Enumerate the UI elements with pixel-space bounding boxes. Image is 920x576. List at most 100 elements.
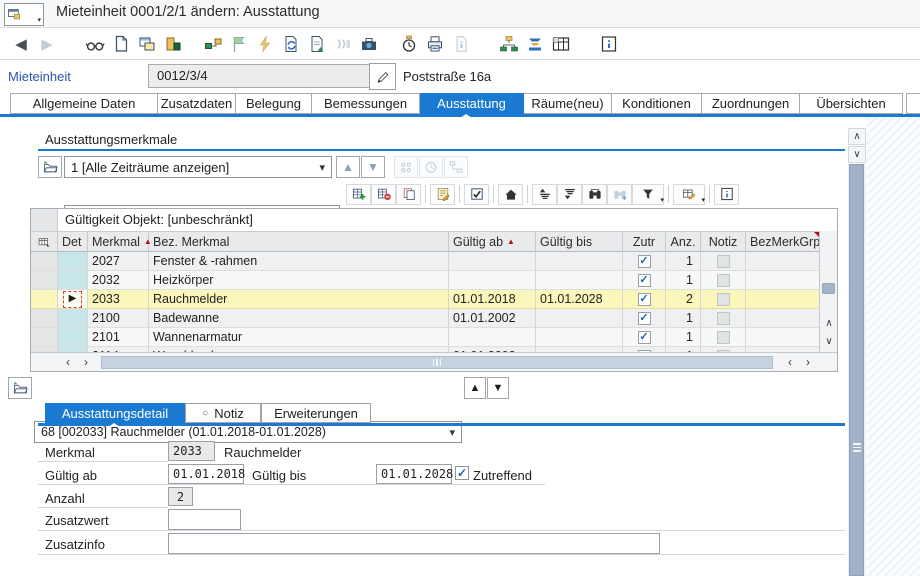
merkmal-cell[interactable]: 2100 [88,309,149,328]
detail-cell[interactable] [58,328,88,347]
zutr-checkbox[interactable]: ✓ [638,274,651,287]
doc-info-button[interactable] [448,32,474,56]
bezmerkgrp-cell[interactable] [746,309,819,328]
zutr-checkbox[interactable]: ✓ [638,293,651,306]
timeframe-combo[interactable]: 1 [Alle Zeiträume anzeigen] ▾ [64,156,332,178]
detail-cell[interactable] [58,271,88,290]
detail-cell[interactable]: ▶ [58,290,88,309]
notiz-checkbox[interactable] [717,293,730,306]
zusatzinfo-field[interactable] [168,533,660,554]
edit-button[interactable] [369,63,396,90]
bezmerkgrp-cell[interactable] [746,290,819,309]
refresh-button[interactable] [278,32,304,56]
tab-zusatzdaten[interactable]: Zusatzdaten [158,93,236,114]
help-button[interactable] [596,32,622,56]
blocks-button[interactable] [160,32,186,56]
zusatzwert-field[interactable] [168,509,241,530]
col-header-zutr[interactable]: Zutr [623,232,666,252]
detail-cell[interactable] [58,252,88,271]
gueltig-bis-field[interactable]: 01.01.2028 [376,464,452,484]
zutr-checkbox[interactable]: ✓ [638,255,651,268]
zutr-checkbox[interactable]: ✓ [638,312,651,325]
notiz-checkbox[interactable] [717,274,730,287]
time-dependency-button[interactable] [419,156,443,178]
anzahl-field[interactable]: 2 [168,487,193,506]
notiz-checkbox[interactable] [717,255,730,268]
detail-cell[interactable] [58,309,88,328]
anzahl-cell[interactable]: 1 [666,252,701,271]
row-selector[interactable] [31,252,58,271]
window-menu-button[interactable]: ▾ [4,3,44,26]
display-button[interactable] [82,32,108,56]
layers-button[interactable] [522,32,548,56]
col-header-det[interactable]: Det [58,232,88,252]
anzahl-cell[interactable]: 1 [666,271,701,290]
tab-ausstattung[interactable]: Ausstattung [420,93,524,114]
anzahl-cell[interactable]: 1 [666,309,701,328]
filter-button[interactable]: ▾ [632,184,664,205]
bezeichnung-cell[interactable]: Rauchmelder [149,290,449,309]
tab-bemessungen[interactable]: Bemessungen [312,93,420,114]
insert-row-button[interactable] [346,184,371,205]
scroll-up-button[interactable]: ∧ [820,317,838,331]
tab-allgemeine-daten[interactable]: Allgemeine Daten [10,93,158,114]
scroll-left-button[interactable]: ‹ [781,355,799,369]
bezmerkgrp-cell[interactable] [746,271,819,290]
scroll-down-button[interactable]: ∨ [820,335,838,349]
grid-vertical-scrollbar[interactable]: ∧ ∨ [819,231,837,353]
validity-row-selector[interactable] [31,209,58,231]
page-scroll-thumb[interactable] [849,164,864,576]
gueltig-ab-cell[interactable]: 01.01.2018 [449,290,536,309]
gueltig-ab-cell[interactable] [449,271,536,290]
table-row-selected[interactable]: ▶ 2033 Rauchmelder 01.01.2018 01.01.2028… [31,290,837,309]
print-button[interactable] [422,32,448,56]
gueltig-bis-cell[interactable] [536,271,623,290]
sort-descending-button[interactable] [557,184,582,205]
services-button[interactable] [356,32,382,56]
col-header-bezmerkgrp[interactable]: BezMerkGrp [746,232,819,252]
timeframe-next-button[interactable]: ▼ [361,156,385,178]
tab-zuordnungen[interactable]: Zuordnungen [702,93,800,114]
timeframe-prev-button[interactable]: ▲ [336,156,360,178]
gueltig-bis-cell[interactable] [536,328,623,347]
activate-button[interactable] [252,32,278,56]
tab-partial[interactable] [906,93,920,114]
scroll-right-button[interactable]: › [799,355,817,369]
hscroll-thumb[interactable] [101,356,773,369]
create-button[interactable] [108,32,134,56]
bezmerkgrp-cell[interactable] [746,252,819,271]
gueltig-bis-cell[interactable]: 01.01.2028 [536,290,623,309]
check-entries-button[interactable] [464,184,489,205]
page-scroll-track[interactable] [848,164,866,576]
gueltig-ab-cell[interactable] [449,328,536,347]
standard-view-button[interactable] [498,184,523,205]
note-button[interactable] [430,184,455,205]
scroll-left-button[interactable]: ‹ [59,355,77,369]
gueltig-ab-field[interactable]: 01.01.2018 [168,464,244,484]
bezeichnung-cell[interactable]: Badewanne [149,309,449,328]
bezeichnung-cell[interactable]: Wannenarmatur [149,328,449,347]
export-button[interactable] [304,32,330,56]
bezeichnung-cell[interactable]: Heizkörper [149,271,449,290]
table-row[interactable]: 2027 Fenster & -rahmen ✓ 1 [31,252,837,271]
anzahl-cell[interactable]: 1 [666,328,701,347]
row-selector[interactable] [31,309,58,328]
grid-vscroll-thumb[interactable] [822,283,835,294]
grid-info-button[interactable] [714,184,739,205]
find-next-button[interactable] [607,184,632,205]
anzahl-cell[interactable]: 2 [666,290,701,309]
merkmal-field[interactable]: 2033 [168,441,215,461]
page-scrollbar[interactable]: ∧ ∨ [848,128,866,576]
notiz-checkbox[interactable] [717,312,730,325]
table-view-button[interactable] [548,32,574,56]
col-header-bez-merkmal[interactable]: Bez. Merkmal [149,232,449,252]
grid-horizontal-scrollbar[interactable]: ‹ › ‹ › [31,352,837,371]
bezmerkgrp-cell[interactable] [746,328,819,347]
page-scroll-down-button[interactable]: ∨ [848,146,866,163]
select-all-button[interactable] [31,232,58,252]
zutr-checkbox[interactable]: ✓ [638,331,651,344]
gueltig-ab-cell[interactable]: 01.01.2002 [449,309,536,328]
clock-button[interactable] [396,32,422,56]
table-row[interactable]: 2101 Wannenarmatur ✓ 1 [31,328,837,347]
merkmal-cell[interactable]: 2101 [88,328,149,347]
